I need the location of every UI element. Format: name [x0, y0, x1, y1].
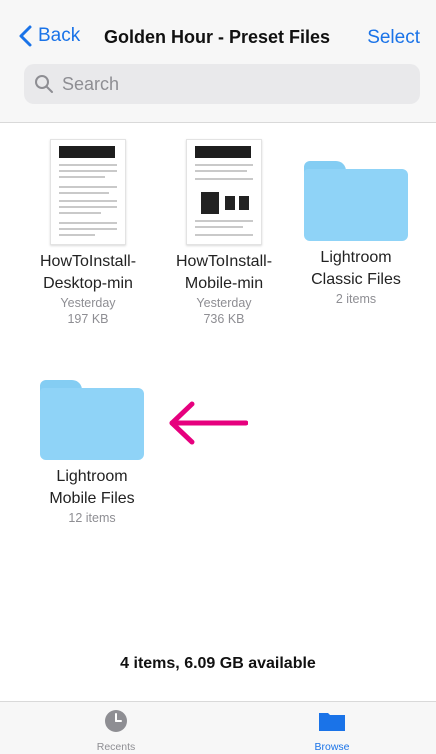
folder-name: Lightroom Mobile Files: [49, 468, 135, 507]
select-button[interactable]: Select: [367, 27, 420, 49]
tab-recents-label: Recents: [96, 741, 136, 753]
tab-browse[interactable]: Browse: [292, 708, 372, 753]
search-bar[interactable]: [24, 64, 420, 104]
folder-item-lightroom-mobile[interactable]: Lightroom Mobile Files 12 items: [32, 380, 152, 526]
file-date: Yesterday: [60, 296, 116, 310]
storage-status: 4 items, 6.09 GB available: [120, 655, 316, 672]
file-size: 736 KB: [203, 312, 245, 326]
arrow-left-icon: [169, 401, 248, 445]
search-icon: [35, 75, 53, 93]
file-name: HowToInstall- Desktop-min: [39, 253, 137, 292]
nav-bar: Back Golden Hour - Preset Files Select: [0, 18, 436, 58]
back-label: Back: [38, 25, 81, 46]
folder-item-count: 2 items: [335, 292, 377, 306]
folder-icon: [319, 713, 345, 731]
folder-name: Lightroom Classic Files: [311, 249, 401, 288]
folder-item-lightroom-classic[interactable]: Lightroom Classic Files 2 items: [296, 161, 416, 307]
chevron-left-icon: [19, 25, 32, 47]
navigation-header: Back Golden Hour - Preset Files Select: [0, 0, 436, 123]
file-name: HowToInstall- Mobile-min: [175, 253, 273, 292]
document-thumbnail-icon: [50, 139, 126, 245]
tab-bar: Recents Browse: [0, 701, 436, 754]
folder-icon: [40, 380, 144, 460]
clock-icon: [105, 710, 127, 732]
file-item-howtoinstall-desktop[interactable]: HowToInstall- Desktop-min Yesterday 197 …: [28, 139, 148, 327]
tab-recents[interactable]: Recents: [76, 708, 156, 753]
file-item-howtoinstall-mobile[interactable]: HowToInstall- Mobile-min Yesterday 736 K…: [164, 139, 284, 327]
file-date: Yesterday: [196, 296, 252, 310]
search-input[interactable]: [60, 72, 404, 96]
folder-icon: [304, 161, 408, 241]
folder-item-count: 12 items: [68, 511, 116, 525]
page-title: Golden Hour - Preset Files: [104, 27, 331, 47]
tab-browse-label: Browse: [314, 741, 350, 753]
back-button[interactable]: Back: [16, 24, 80, 48]
document-thumbnail-icon: [186, 139, 262, 245]
file-size: 197 KB: [67, 312, 109, 326]
